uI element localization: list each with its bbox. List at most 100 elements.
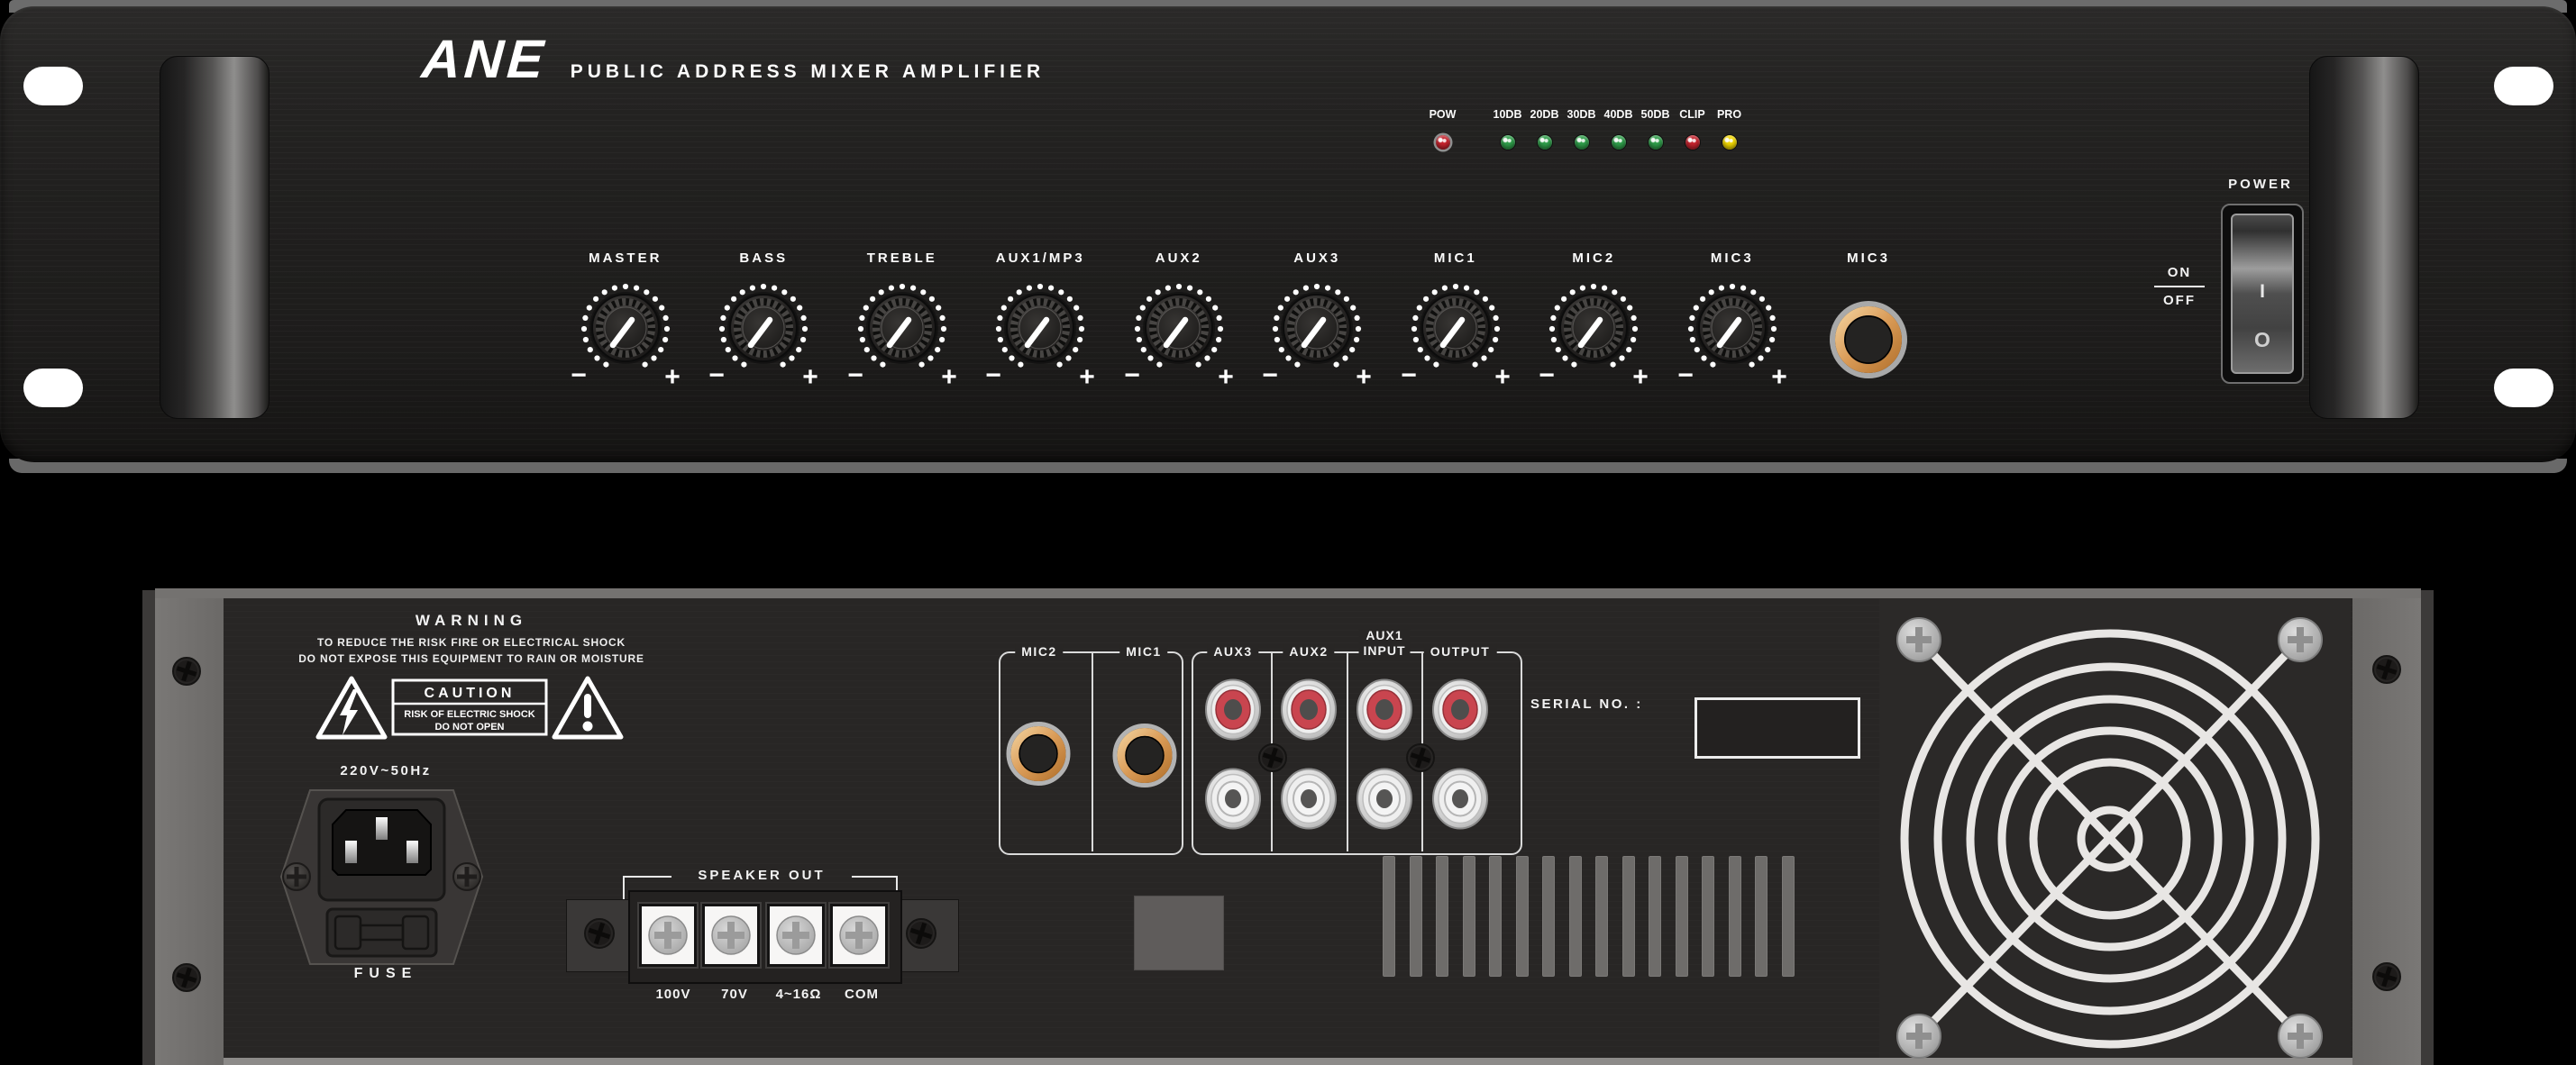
off-label: OFF	[2152, 293, 2206, 308]
power-on-symbol: I	[2233, 281, 2292, 303]
vent-slot	[1702, 856, 1714, 977]
vent-slot	[1569, 856, 1582, 977]
knob-unit-aux2: AUX2 −+	[1110, 245, 1248, 389]
knob-unit-master: MASTER−+	[556, 245, 695, 389]
speaker-bracket-line	[852, 876, 898, 878]
svg-text:+: +	[1494, 362, 1511, 389]
bracket-screw-bottom-right	[2371, 961, 2402, 997]
warning-title: WARNING	[336, 612, 607, 630]
front-panel: ANE PUBLIC ADDRESS MIXER AMPLIFIER POW10…	[0, 0, 2576, 473]
knob-unit-mic2: MIC2−+	[1525, 245, 1664, 389]
led-label-pow: POW	[1430, 108, 1457, 121]
vent-slot	[1436, 856, 1448, 977]
front-mic3-jack-label: MIC3	[1847, 250, 1890, 267]
led-label-30db: 30DB	[1567, 108, 1596, 121]
iec-pin-earth	[376, 817, 388, 840]
led-unit-50db: 50DB	[1637, 108, 1674, 150]
rca-output-white-jack	[1429, 764, 1492, 839]
power-switch-frame: I O	[2221, 204, 2304, 384]
knob-master[interactable]: −+	[570, 278, 681, 389]
svg-text:+: +	[1079, 362, 1095, 389]
exclamation-dot-icon	[583, 722, 593, 732]
fuse-label: FUSE	[278, 966, 494, 982]
rca-panel-screw-right	[1405, 742, 1436, 778]
speaker-out-title: SPEAKER OUT	[671, 868, 852, 883]
vent-slot	[1410, 856, 1422, 977]
knob-label-mic1: MIC1	[1434, 250, 1477, 267]
brand-logo: ANE	[420, 32, 549, 86]
on-off-legend: ON OFF	[2152, 265, 2206, 308]
brand-block: ANE PUBLIC ADDRESS MIXER AMPLIFIER	[422, 32, 1045, 86]
svg-text:−: −	[1124, 360, 1140, 389]
rear-left-edge	[142, 590, 155, 1065]
knob-treble[interactable]: −+	[846, 278, 958, 389]
svg-text:−: −	[1262, 360, 1278, 389]
serial-number-box	[1694, 697, 1860, 759]
iec-pin-live	[345, 841, 357, 863]
vent-slot	[1729, 856, 1741, 977]
led-indicator-row: POW10DB20DB30DB40DB50DBCLIPPRO	[1424, 108, 1748, 150]
knob-label-bass: BASS	[739, 250, 788, 267]
speaker-terminal-label-com: COM	[821, 987, 902, 1002]
vent-slot	[1489, 856, 1502, 977]
caution-line2: DO NOT OPEN	[434, 722, 504, 733]
rack-hole-top-right	[2494, 67, 2553, 105]
svg-text:−: −	[1401, 360, 1417, 389]
knob-mic1[interactable]: −+	[1400, 278, 1512, 389]
knob-aux1-mp3[interactable]: −+	[984, 278, 1096, 389]
led-unit-pow: POW	[1424, 108, 1461, 150]
speaker-terminal-100v	[639, 904, 697, 967]
vent-slot	[1755, 856, 1768, 977]
knob-unit-bass: BASS −+	[695, 245, 834, 389]
svg-text:−: −	[571, 360, 587, 389]
rack-handle-left	[160, 56, 269, 419]
led-pow	[1436, 135, 1450, 150]
rca-group-label-aux1: AUX1INPUT	[1359, 628, 1411, 659]
led-30db	[1575, 135, 1589, 150]
knob-label-master: MASTER	[589, 250, 662, 267]
led-label-pro: PRO	[1717, 108, 1741, 121]
mains-rating-label: 220V~50Hz	[278, 763, 494, 778]
knob-label-treble: TREBLE	[867, 250, 937, 267]
vent-slot	[1595, 856, 1608, 977]
inlet-screw-right	[453, 863, 480, 890]
amplifier-product-view: ANE PUBLIC ADDRESS MIXER AMPLIFIER POW10…	[0, 0, 2576, 1065]
bracket-screw-top-left	[171, 656, 202, 691]
terminal-tab-screw-right	[905, 917, 937, 954]
knob-mic2[interactable]: −+	[1538, 278, 1649, 389]
led-20db	[1538, 135, 1552, 150]
ac-power-inlet	[276, 785, 488, 969]
vent-slot	[1542, 856, 1555, 977]
svg-text:−: −	[847, 360, 863, 389]
vent-slot	[1782, 856, 1795, 977]
fan-grille	[1873, 591, 2351, 1061]
warning-line2: DO NOT EXPOSE THIS EQUIPMENT TO RAIN OR …	[273, 652, 670, 665]
speaker-terminal-70v	[702, 904, 760, 967]
rca-group-label-aux2: AUX2	[1283, 643, 1334, 660]
iec-pin-neutral	[406, 841, 418, 863]
power-label: POWER	[2210, 177, 2311, 192]
rca-output-red-jack	[1429, 675, 1492, 750]
rear-panel: WARNING TO REDUCE THE RISK FIRE OR ELECT…	[142, 588, 2434, 1065]
rear-mic2-jack	[1003, 719, 1073, 794]
knob-aux2[interactable]: −+	[1123, 278, 1235, 389]
rack-hole-bottom-left	[23, 369, 83, 407]
serial-number-label: SERIAL NO. :	[1530, 696, 1697, 712]
caution-graphic: CAUTION RISK OF ELECTRIC SHOCK DO NOT OP…	[315, 675, 624, 740]
led-40db	[1612, 135, 1626, 150]
rear-mic1-jack	[1110, 721, 1180, 796]
speaker-terminal-com	[830, 904, 888, 967]
svg-text:+: +	[664, 362, 681, 389]
led-label-clip: CLIP	[1679, 108, 1704, 121]
knob-bass[interactable]: −+	[708, 278, 819, 389]
power-off-symbol: O	[2233, 328, 2292, 352]
caution-line1: RISK OF ELECTRIC SHOCK	[404, 709, 535, 720]
knob-label-aux2: AUX2	[1156, 250, 1202, 267]
knob-aux3[interactable]: −+	[1261, 278, 1373, 389]
rear-mic1-label: MIC1	[1119, 643, 1167, 660]
power-rocker-switch[interactable]: I O	[2231, 214, 2294, 374]
mic-box-divider	[1092, 653, 1093, 851]
knob-mic3[interactable]: −+	[1676, 278, 1788, 389]
rca-group-label-line2: INPUT	[1364, 643, 1406, 659]
warning-line1: TO REDUCE THE RISK FIRE OR ELECTRICAL SH…	[273, 636, 670, 649]
